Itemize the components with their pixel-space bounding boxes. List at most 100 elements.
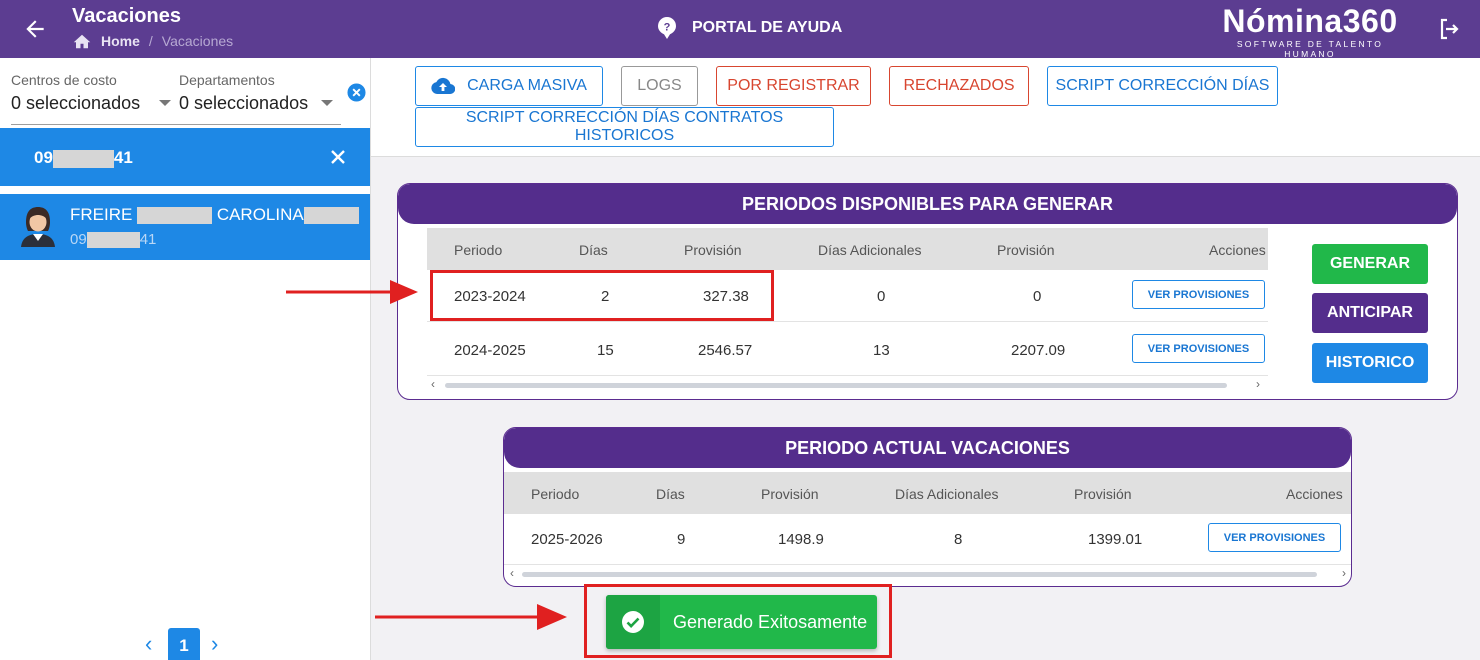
script-correction-days-button[interactable]: SCRIPT CORRECCIÓN DÍAS bbox=[1047, 66, 1278, 106]
generate-button[interactable]: GENERAR bbox=[1312, 244, 1428, 284]
table-cell-dias-adicionales: 8 bbox=[954, 531, 963, 548]
employee-name: FREIRE CAROLINA bbox=[70, 205, 359, 225]
advance-button[interactable]: ANTICIPAR bbox=[1312, 293, 1428, 333]
horizontal-scrollbar[interactable]: ‹ › bbox=[427, 377, 1268, 392]
horizontal-scrollbar[interactable]: ‹ › bbox=[504, 566, 1351, 581]
column-header-dias: Días bbox=[656, 486, 685, 502]
cloud-upload-icon bbox=[431, 77, 456, 95]
current-period-table: Periodo Días Provisión Días Adicionales … bbox=[504, 472, 1351, 586]
brand-tagline: SOFTWARE DE TALENTO HUMANO bbox=[1236, 39, 1384, 59]
redaction-block bbox=[52, 149, 114, 168]
history-button[interactable]: HISTORICO bbox=[1312, 343, 1428, 383]
view-provisions-button[interactable]: VER PROVISIONES bbox=[1208, 523, 1341, 552]
logout-icon bbox=[1440, 18, 1459, 40]
logs-button[interactable]: LOGS bbox=[621, 66, 698, 106]
clear-filters-button[interactable] bbox=[347, 83, 366, 102]
table-cell-dias-adicionales: 0 bbox=[877, 288, 886, 305]
redaction-block bbox=[86, 232, 140, 249]
rejected-button[interactable]: RECHAZADOS bbox=[889, 66, 1029, 106]
back-button[interactable] bbox=[22, 16, 48, 42]
current-period-title: PERIODO ACTUAL VACACIONES bbox=[504, 428, 1351, 468]
breadcrumb: Home / Vacaciones bbox=[73, 33, 233, 49]
column-header-provision-adicional: Provisión bbox=[997, 242, 1055, 258]
employee-list-item[interactable]: FREIRE CAROLINA 09 41 bbox=[0, 194, 370, 260]
bulk-upload-button[interactable]: CARGA MASIVA bbox=[415, 66, 603, 106]
column-header-periodo: Periodo bbox=[531, 486, 580, 502]
cost-center-filter[interactable]: Centros de costo 0 seleccionados bbox=[11, 72, 140, 114]
column-header-provision-adicional: Provisión bbox=[1074, 486, 1132, 502]
view-provisions-button[interactable]: VER PROVISIONES bbox=[1132, 280, 1265, 309]
cost-center-value: 0 seleccionados bbox=[11, 93, 141, 113]
employee-avatar bbox=[18, 203, 58, 247]
scroll-right-arrow-icon[interactable]: › bbox=[1342, 566, 1346, 580]
help-icon: ? bbox=[658, 17, 676, 39]
table-cell-dias-adicionales: 13 bbox=[873, 342, 890, 359]
check-circle-icon bbox=[622, 611, 644, 633]
help-portal-link[interactable]: ? PORTAL DE AYUDA bbox=[657, 17, 842, 39]
breadcrumb-current: Vacaciones bbox=[161, 33, 234, 49]
success-toast[interactable]: Generado Exitosamente bbox=[606, 595, 877, 649]
column-header-dias-adicionales: Días Adicionales bbox=[818, 242, 922, 258]
clear-circle-icon bbox=[347, 83, 366, 102]
column-header-dias: Días bbox=[579, 242, 608, 258]
employee-first-name: FREIRE bbox=[70, 205, 133, 224]
current-period-card: PERIODO ACTUAL VACACIONES Periodo Días P… bbox=[503, 427, 1352, 587]
employee-second-name: CAROLINA bbox=[216, 205, 304, 224]
script-correction-historic-contracts-button[interactable]: SCRIPT CORRECCIÓN DÍAS CONTRATOS HISTORI… bbox=[415, 107, 834, 147]
table-cell-provision-adicional: 1399.01 bbox=[1088, 531, 1143, 548]
department-value: 0 seleccionados bbox=[179, 93, 309, 113]
redaction-block bbox=[303, 207, 359, 225]
cost-center-caret-icon[interactable] bbox=[159, 100, 171, 106]
employee-id: 09 41 bbox=[70, 231, 157, 249]
column-header-provision: Provisión bbox=[684, 242, 742, 258]
brand-logo: Nómina360 SOFTWARE DE TALENTO HUMANO bbox=[1209, 4, 1411, 59]
help-portal-label: PORTAL DE AYUDA bbox=[692, 19, 843, 36]
column-header-provision: Provisión bbox=[761, 486, 819, 502]
row-divider bbox=[504, 564, 1351, 565]
table-cell-provision-adicional: 2207.09 bbox=[1011, 342, 1066, 359]
department-filter[interactable]: Departamentos 0 seleccionados bbox=[179, 72, 308, 114]
scrollbar-thumb[interactable] bbox=[522, 572, 1317, 577]
column-header-acciones: Acciones bbox=[1209, 242, 1266, 258]
search-chip-suffix: 41 bbox=[113, 148, 133, 167]
column-header-periodo: Periodo bbox=[454, 242, 503, 258]
sidebar: Centros de costo 0 seleccionados Departa… bbox=[0, 58, 371, 660]
logout-button[interactable] bbox=[1437, 17, 1461, 41]
search-chip-close-button[interactable] bbox=[330, 149, 346, 165]
department-label: Departamentos bbox=[179, 72, 275, 88]
pagination-page-1[interactable]: 1 bbox=[168, 628, 200, 660]
pending-registration-button[interactable]: POR REGISTRAR bbox=[716, 66, 871, 106]
table-cell-dias: 15 bbox=[597, 342, 614, 359]
scrollbar-thumb[interactable] bbox=[445, 383, 1227, 388]
search-chip-prefix: 09 bbox=[34, 148, 53, 167]
redaction-block bbox=[137, 207, 213, 225]
arrow-left-icon bbox=[26, 20, 44, 38]
department-caret-icon[interactable] bbox=[321, 100, 333, 106]
table-cell-provision-adicional: 0 bbox=[1033, 288, 1042, 305]
table-cell-provision: 1498.9 bbox=[778, 531, 824, 548]
view-provisions-button[interactable]: VER PROVISIONES bbox=[1132, 334, 1265, 363]
scroll-left-arrow-icon[interactable]: ‹ bbox=[510, 566, 514, 580]
pagination: ‹ 1 › bbox=[145, 628, 223, 660]
breadcrumb-home-link[interactable]: Home bbox=[101, 33, 140, 49]
available-periods-title: PERIODOS DISPONIBLES PARA GENERAR bbox=[398, 184, 1457, 224]
search-chip-text: 09 41 bbox=[34, 148, 133, 168]
brand-name: Nómina360 bbox=[1222, 3, 1398, 39]
toast-icon-area bbox=[606, 595, 660, 649]
svg-text:?: ? bbox=[664, 22, 671, 34]
pagination-prev-button[interactable]: ‹ bbox=[145, 631, 157, 657]
pagination-next-button[interactable]: › bbox=[211, 631, 223, 657]
employee-id-suffix: 41 bbox=[139, 231, 157, 248]
annotation-arrow-icon bbox=[375, 604, 567, 630]
annotation-arrow-icon bbox=[286, 280, 418, 304]
row-divider bbox=[427, 375, 1268, 376]
scroll-right-arrow-icon[interactable]: › bbox=[1256, 377, 1260, 391]
table-cell-dias: 9 bbox=[677, 531, 686, 548]
bulk-upload-label: CARGA MASIVA bbox=[467, 77, 587, 94]
search-chip[interactable]: 09 41 bbox=[0, 128, 370, 186]
breadcrumb-separator: / bbox=[148, 33, 153, 49]
close-icon bbox=[331, 150, 345, 164]
scroll-left-arrow-icon[interactable]: ‹ bbox=[431, 377, 435, 391]
column-header-dias-adicionales: Días Adicionales bbox=[895, 486, 999, 502]
employee-id-prefix: 09 bbox=[70, 231, 87, 248]
